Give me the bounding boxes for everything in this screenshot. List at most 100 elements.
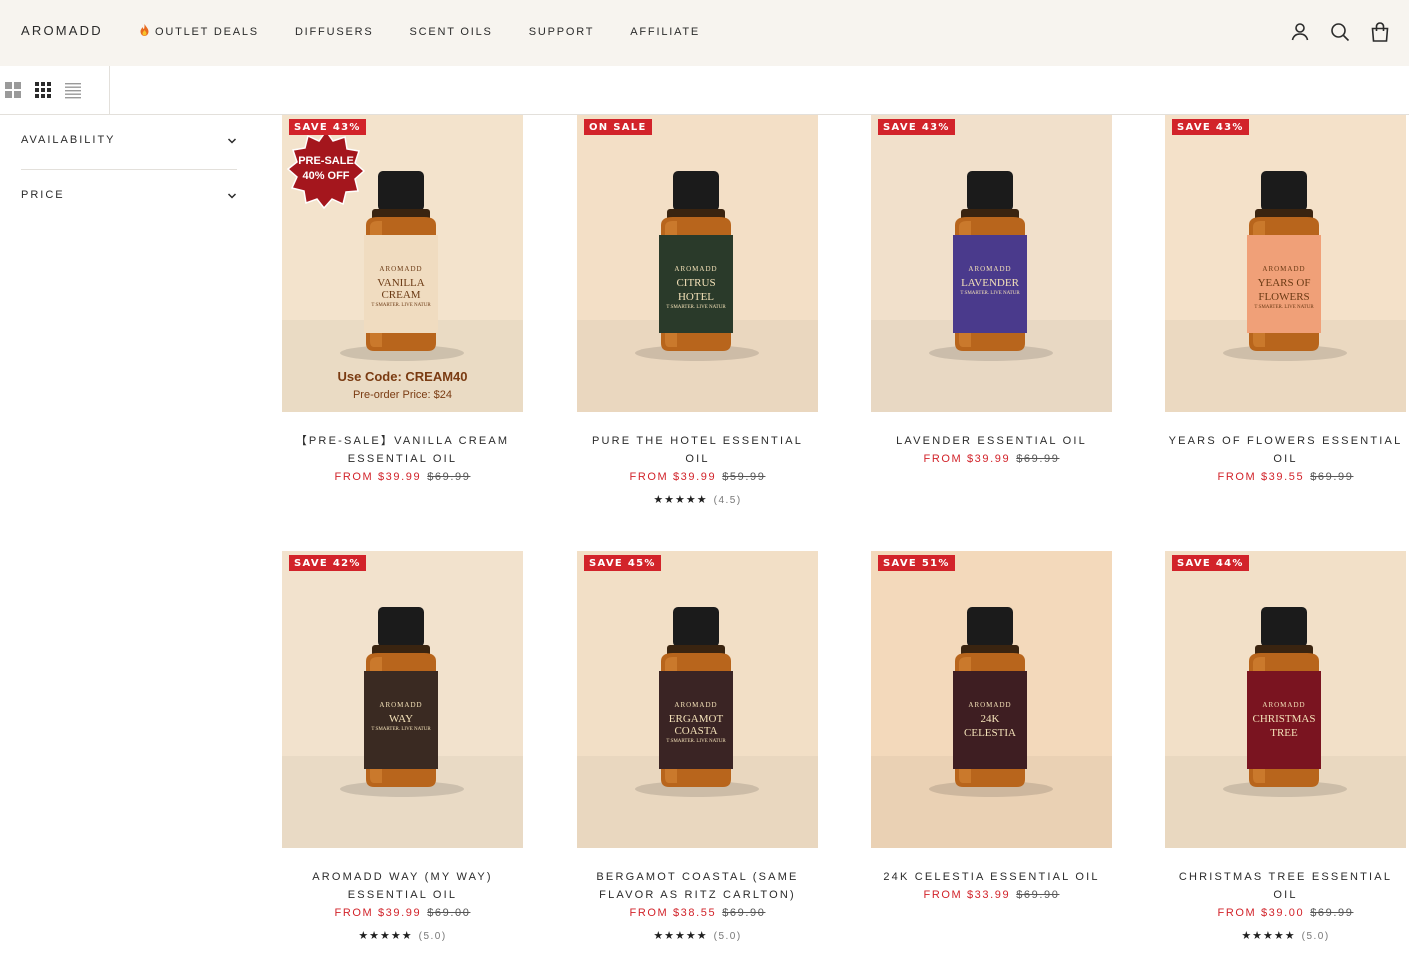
sale-badge: SAVE 42% <box>289 555 366 571</box>
product-title[interactable]: 24K CELESTIA ESSENTIAL OIL <box>871 868 1112 886</box>
label-line: YEARS OF <box>1257 277 1311 289</box>
product-title[interactable]: PURE THE HOTEL ESSENTIAL OIL <box>577 432 818 468</box>
grid-large-icon[interactable] <box>5 82 23 100</box>
nav-scent-oils[interactable]: SCENT OILS <box>409 24 492 39</box>
promo-code: Use Code: CREAM40 <box>337 369 468 384</box>
product-card[interactable]: AROMADD VANILLA CREAM T SMARTER. LIVE NATU… <box>282 115 523 483</box>
bottle-label: AROMADD VANILLA CREAM T SMARTER. LIVE NATU… <box>364 235 438 333</box>
nav-label: OUTLET DEALS <box>155 25 259 38</box>
sale-price: FROM $39.99 <box>923 453 1011 465</box>
sale-badge: SAVE 45% <box>584 555 661 571</box>
bottle-label: AROMADD 24K CELESTIA <box>953 671 1027 769</box>
label-line: ERGAMOT COASTA <box>668 713 724 737</box>
label-line: T SMARTER. LIVE NATUR <box>666 305 726 310</box>
product-card[interactable]: AROMADD CHRISTMAS TREE SAVE 44% CHRISTMAS TR… <box>1165 551 1406 942</box>
chevron-down-icon <box>227 193 237 199</box>
product-price: FROM $39.55 $69.99 <box>1165 471 1406 483</box>
product-title[interactable]: 【PRE-SALE】VANILLA CREAM ESSENTIAL OIL <box>282 432 523 468</box>
label-line: CELESTIA <box>964 727 1016 739</box>
product-card[interactable]: AROMADD CITRUS HOTEL T SMARTER. LIVE NATUR O… <box>577 115 818 506</box>
label-line: T SMARTER. LIVE NATUR <box>1254 305 1314 310</box>
star-rating-icon: ★★★★★ <box>653 930 708 942</box>
rating-value: (5.0) <box>713 931 742 942</box>
product-image[interactable]: AROMADD YEARS OF FLOWERS T SMARTER. LIVE NA… <box>1165 115 1406 412</box>
label-line: T SMARTER. LIVE NATUR <box>371 727 431 732</box>
star-rating-icon: ★★★★★ <box>1241 930 1296 942</box>
product-price: FROM $39.00 $69.99 <box>1165 907 1406 919</box>
product-card[interactable]: AROMADD LAVENDER T SMARTER. LIVE NATUR SAVE… <box>871 115 1112 465</box>
nav-label: DIFFUSERS <box>294 25 374 38</box>
product-image[interactable]: AROMADD CHRISTMAS TREE SAVE 44% <box>1165 551 1406 848</box>
label-line: T SMARTER. LIVE NATUR <box>371 303 431 308</box>
nav-support[interactable]: SUPPORT <box>529 24 595 39</box>
filter-price[interactable]: PRICE <box>21 170 237 225</box>
grid-small-icon[interactable] <box>35 82 53 100</box>
label-line: AROMADD <box>379 701 423 709</box>
label-line: VANILLA CREAM <box>377 277 425 301</box>
product-image[interactable]: AROMADD 24K CELESTIA SAVE 51% <box>871 551 1112 848</box>
sale-badge: SAVE 43% <box>878 119 955 135</box>
compare-price: $69.90 <box>722 907 766 919</box>
filter-label: AVAILABILITY <box>21 134 116 146</box>
cart-icon[interactable] <box>1369 21 1391 43</box>
sale-price: FROM $39.00 <box>1217 907 1305 919</box>
star-rating-icon: ★★★★★ <box>653 494 708 506</box>
filter-label: PRICE <box>21 189 65 201</box>
label-line: AROMADD <box>1262 265 1306 273</box>
label-line: AROMADD <box>379 265 423 273</box>
bottle-label: AROMADD CHRISTMAS TREE <box>1247 671 1321 769</box>
search-icon[interactable] <box>1329 21 1351 43</box>
compare-price: $69.99 <box>1016 453 1060 465</box>
nav-label: AFFILIATE <box>630 25 701 38</box>
promo-price: Pre-order Price: $24 <box>352 389 453 401</box>
product-card[interactable]: AROMADD YEARS OF FLOWERS T SMARTER. LIVE NA… <box>1165 115 1406 483</box>
compare-price: $69.99 <box>1310 907 1354 919</box>
label-line: LAVENDER <box>961 277 1019 289</box>
nav-diffusers[interactable]: DIFFUSERS <box>295 24 374 39</box>
main-nav: OUTLET DEALS DIFFUSERS SCENT OILS SUPPOR… <box>140 24 736 39</box>
rating-value: (5.0) <box>1301 931 1330 942</box>
product-image[interactable]: AROMADD LAVENDER T SMARTER. LIVE NATUR SAVE… <box>871 115 1112 412</box>
label-line: T SMARTER. LIVE NATUR <box>960 291 1020 296</box>
label-line: WAY <box>388 713 414 725</box>
filter-availability[interactable]: AVAILABILITY <box>21 115 237 170</box>
bottle-label: AROMADD LAVENDER T SMARTER. LIVE NATUR <box>953 235 1027 333</box>
sale-badge: SAVE 44% <box>1172 555 1249 571</box>
product-price: FROM $33.99 $69.90 <box>871 889 1112 901</box>
sale-price: FROM $39.99 <box>629 471 717 483</box>
product-title[interactable]: YEARS OF FLOWERS ESSENTIAL OIL <box>1165 432 1406 468</box>
header-actions <box>1289 21 1409 43</box>
seal-text: 40% OFF <box>302 170 350 182</box>
logo[interactable]: AROMADD <box>21 23 103 38</box>
product-image[interactable]: AROMADD VANILLA CREAM T SMARTER. LIVE NATU… <box>282 115 523 412</box>
list-icon[interactable] <box>65 82 83 100</box>
product-title[interactable]: AROMADD WAY (MY WAY) ESSENTIAL OIL <box>282 868 523 904</box>
product-image[interactable]: AROMADD CITRUS HOTEL T SMARTER. LIVE NATUR O… <box>577 115 818 412</box>
product-title[interactable]: LAVENDER ESSENTIAL OIL <box>871 432 1112 450</box>
bottle-label: AROMADD YEARS OF FLOWERS T SMARTER. LIVE NA… <box>1247 235 1321 333</box>
product-price: FROM $39.99 $69.99 <box>282 471 523 483</box>
toolbar-divider <box>109 66 110 115</box>
label-line: AROMADD <box>674 265 718 273</box>
product-card[interactable]: AROMADD ERGAMOT COASTA T SMARTER. LIVE NAT… <box>577 551 818 942</box>
label-line: T SMARTER. LIVE NATUR <box>666 739 726 744</box>
sale-price: FROM $39.99 <box>334 907 422 919</box>
product-image[interactable]: AROMADD ERGAMOT COASTA T SMARTER. LIVE NAT… <box>577 551 818 848</box>
product-price: FROM $39.99 $69.00 <box>282 907 523 919</box>
sale-badge: ON SALE <box>584 119 652 135</box>
sale-price: FROM $39.55 <box>1217 471 1305 483</box>
nav-affiliate[interactable]: AFFILIATE <box>630 24 700 39</box>
product-title[interactable]: BERGAMOT COASTAL (SAME FLAVOR AS RITZ CA… <box>577 868 818 904</box>
account-icon[interactable] <box>1289 21 1311 43</box>
sale-badge: SAVE 51% <box>878 555 955 571</box>
product-image[interactable]: AROMADD WAY T SMARTER. LIVE NATUR SAVE 42% <box>282 551 523 848</box>
label-line: HOTEL <box>677 291 715 303</box>
label-line: CHRISTMAS <box>1252 713 1316 725</box>
product-title[interactable]: CHRISTMAS TREE ESSENTIAL OIL <box>1165 868 1406 904</box>
product-card[interactable]: AROMADD WAY T SMARTER. LIVE NATUR SAVE 42% A… <box>282 551 523 942</box>
sale-price: FROM $39.99 <box>334 471 422 483</box>
label-line: CITRUS <box>676 277 716 289</box>
product-card[interactable]: AROMADD 24K CELESTIA SAVE 51% 24K CELESTIA E… <box>871 551 1112 901</box>
nav-label: SUPPORT <box>528 25 595 38</box>
nav-outlet-deals[interactable]: OUTLET DEALS <box>140 24 259 39</box>
